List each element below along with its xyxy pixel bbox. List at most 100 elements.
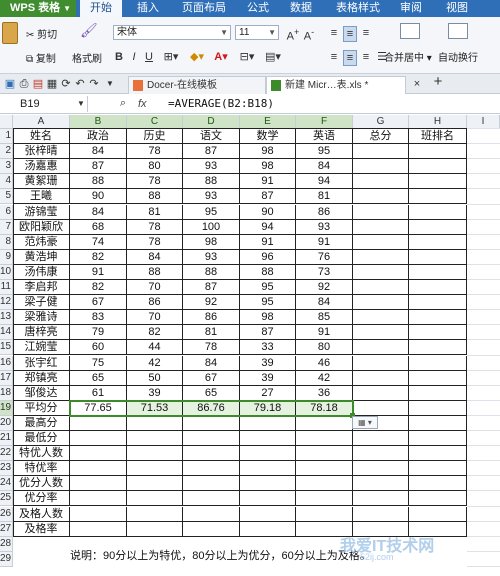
score-cell[interactable]: 78 bbox=[127, 234, 183, 250]
stat-value-cell[interactable] bbox=[240, 431, 296, 447]
score-cell[interactable]: 84 bbox=[296, 159, 353, 175]
score-cell[interactable]: 87 bbox=[183, 144, 240, 160]
stat-value-cell[interactable] bbox=[183, 446, 240, 462]
score-cell[interactable]: 81 bbox=[183, 325, 240, 341]
score-cell[interactable]: 93 bbox=[183, 249, 240, 265]
wrap-text-button[interactable]: 自动换行 bbox=[438, 49, 478, 64]
stat-value-cell[interactable] bbox=[70, 521, 127, 537]
student-name-cell[interactable]: 张梓晴 bbox=[13, 144, 70, 160]
score-cell[interactable]: 65 bbox=[183, 385, 240, 401]
score-cell[interactable]: 76 bbox=[296, 249, 353, 265]
cut-button[interactable]: ✂ 剪切 bbox=[26, 26, 57, 41]
rank-cell[interactable] bbox=[409, 400, 467, 416]
stat-label-cell[interactable]: 特优人数 bbox=[13, 446, 70, 462]
score-cell[interactable]: 90 bbox=[240, 204, 296, 220]
average-value-cell[interactable]: 77.65 bbox=[70, 400, 127, 416]
score-cell[interactable]: 70 bbox=[127, 280, 183, 296]
wrap-text-icon[interactable] bbox=[448, 23, 468, 39]
score-cell[interactable]: 86 bbox=[183, 310, 240, 326]
stat-label-cell[interactable]: 优分人数 bbox=[13, 476, 70, 492]
header-cell[interactable]: 总分 bbox=[353, 129, 409, 145]
redo-icon[interactable]: ↷ bbox=[88, 77, 100, 91]
rank-cell[interactable] bbox=[409, 295, 467, 311]
menu-insert[interactable]: 插入 bbox=[137, 0, 159, 17]
menu-page-layout[interactable]: 页面布局 bbox=[182, 0, 226, 17]
row-header-14[interactable]: 14 bbox=[0, 325, 13, 341]
score-cell[interactable]: 96 bbox=[240, 249, 296, 265]
header-cell[interactable]: 语文 bbox=[183, 129, 240, 145]
align-middle-icon[interactable]: ≡ bbox=[343, 26, 357, 42]
average-value-cell[interactable]: 78.18 bbox=[296, 400, 353, 416]
rank-cell[interactable] bbox=[409, 234, 467, 250]
stat-value-cell[interactable] bbox=[409, 491, 467, 507]
score-cell[interactable]: 88 bbox=[127, 264, 183, 280]
tab-workbook[interactable]: 新建 Micr…表.xls * bbox=[266, 76, 406, 94]
rank-cell[interactable] bbox=[409, 370, 467, 386]
score-cell[interactable]: 84 bbox=[70, 204, 127, 220]
score-cell[interactable]: 94 bbox=[296, 174, 353, 190]
student-name-cell[interactable]: 汤嘉惠 bbox=[13, 159, 70, 175]
column-header-a[interactable]: A bbox=[13, 115, 70, 129]
stat-value-cell[interactable] bbox=[240, 491, 296, 507]
score-cell[interactable]: 93 bbox=[183, 159, 240, 175]
row-header-22[interactable]: 22 bbox=[0, 446, 13, 462]
stat-value-cell[interactable] bbox=[70, 476, 127, 492]
score-cell[interactable]: 98 bbox=[240, 144, 296, 160]
stat-value-cell[interactable] bbox=[409, 431, 467, 447]
new-tab-icon[interactable]: + bbox=[430, 74, 446, 89]
total-cell[interactable] bbox=[353, 370, 409, 386]
score-cell[interactable]: 85 bbox=[296, 310, 353, 326]
stat-value-cell[interactable] bbox=[409, 506, 467, 522]
rank-cell[interactable] bbox=[409, 189, 467, 205]
stat-value-cell[interactable] bbox=[183, 506, 240, 522]
align-right-icon[interactable]: ≡ bbox=[359, 50, 373, 64]
score-cell[interactable]: 67 bbox=[70, 295, 127, 311]
score-cell[interactable]: 90 bbox=[70, 189, 127, 205]
score-cell[interactable]: 88 bbox=[183, 174, 240, 190]
score-cell[interactable]: 65 bbox=[70, 370, 127, 386]
stat-value-cell[interactable] bbox=[127, 461, 183, 477]
score-cell[interactable]: 44 bbox=[127, 340, 183, 356]
paste-icon[interactable] bbox=[2, 22, 18, 44]
score-cell[interactable]: 78 bbox=[183, 340, 240, 356]
undo-icon[interactable]: ↶ bbox=[74, 77, 86, 91]
header-cell[interactable]: 班排名 bbox=[409, 129, 467, 145]
row-header-28[interactable]: 28 bbox=[0, 536, 13, 552]
score-cell[interactable]: 36 bbox=[296, 385, 353, 401]
stat-value-cell[interactable] bbox=[353, 446, 409, 462]
stat-value-cell[interactable] bbox=[127, 491, 183, 507]
student-name-cell[interactable]: 郑镇亮 bbox=[13, 370, 70, 386]
row-header-9[interactable]: 9 bbox=[0, 249, 13, 265]
row-header-19[interactable]: 19 bbox=[0, 400, 13, 416]
score-cell[interactable]: 75 bbox=[70, 355, 127, 371]
pdf-icon[interactable]: ▤ bbox=[32, 77, 44, 91]
score-cell[interactable]: 42 bbox=[127, 355, 183, 371]
score-cell[interactable]: 83 bbox=[70, 310, 127, 326]
score-cell[interactable]: 92 bbox=[183, 295, 240, 311]
score-cell[interactable]: 100 bbox=[183, 219, 240, 235]
total-cell[interactable] bbox=[353, 295, 409, 311]
total-cell[interactable] bbox=[353, 325, 409, 341]
score-cell[interactable]: 42 bbox=[296, 370, 353, 386]
stat-value-cell[interactable] bbox=[240, 506, 296, 522]
stat-label-cell[interactable]: 最高分 bbox=[13, 415, 70, 431]
score-cell[interactable]: 84 bbox=[70, 144, 127, 160]
italic-icon[interactable]: I bbox=[128, 50, 140, 64]
column-header-e[interactable]: E bbox=[240, 115, 296, 129]
total-cell[interactable] bbox=[353, 264, 409, 280]
merge-icon[interactable] bbox=[400, 23, 420, 39]
select-all-corner[interactable] bbox=[0, 115, 13, 129]
menu-home[interactable]: 开始 bbox=[80, 0, 122, 17]
total-cell[interactable] bbox=[353, 355, 409, 371]
fill-color-icon[interactable]: ◆▾ bbox=[186, 50, 208, 64]
row-header-25[interactable]: 25 bbox=[0, 491, 13, 507]
score-cell[interactable]: 91 bbox=[296, 325, 353, 341]
student-name-cell[interactable]: 王曦 bbox=[13, 189, 70, 205]
score-cell[interactable]: 98 bbox=[240, 310, 296, 326]
row-header-15[interactable]: 15 bbox=[0, 340, 13, 356]
menu-formulas[interactable]: 公式 bbox=[247, 0, 269, 17]
average-label-cell[interactable]: 平均分 bbox=[13, 400, 70, 416]
stat-value-cell[interactable] bbox=[183, 476, 240, 492]
stat-value-cell[interactable] bbox=[409, 415, 467, 431]
student-name-cell[interactable]: 梁雅诗 bbox=[13, 310, 70, 326]
